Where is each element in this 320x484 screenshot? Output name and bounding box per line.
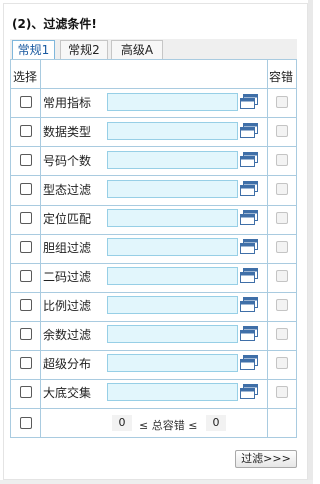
- tab-bar: 常规1 常规2 高级A: [10, 39, 297, 60]
- tolerance-checkbox: [276, 154, 288, 166]
- row-checkbox[interactable]: [20, 212, 32, 224]
- tolerance-min-input[interactable]: 0: [112, 415, 132, 431]
- row-checkbox[interactable]: [20, 386, 32, 398]
- window-picker-icon[interactable]: [240, 152, 258, 168]
- tolerance-checkbox: [276, 386, 288, 398]
- row-value-input[interactable]: [107, 180, 238, 198]
- window-picker-icon[interactable]: [240, 268, 258, 284]
- window-picker-icon[interactable]: [240, 210, 258, 226]
- tolerance-max-input[interactable]: 0: [206, 415, 226, 431]
- row-label: 定位匹配: [43, 212, 92, 226]
- row-checkbox[interactable]: [20, 328, 32, 340]
- row-value-input[interactable]: [107, 209, 238, 227]
- row-value-input[interactable]: [107, 151, 238, 169]
- header-tolerance: 容错: [269, 70, 294, 84]
- row-label: 型态过滤: [43, 183, 92, 197]
- filter-button[interactable]: 过滤>>>: [235, 450, 297, 468]
- row-divider: [11, 408, 296, 409]
- window-picker-icon[interactable]: [240, 123, 258, 139]
- row-checkbox[interactable]: [20, 125, 32, 137]
- summary-checkbox[interactable]: [20, 417, 32, 429]
- window-picker-icon[interactable]: [240, 355, 258, 371]
- row-divider: [11, 234, 296, 235]
- tolerance-checkbox: [276, 96, 288, 108]
- row-value-input[interactable]: [107, 325, 238, 343]
- header-select: 选择: [13, 70, 38, 84]
- row-value-input[interactable]: [107, 93, 238, 111]
- tolerance-checkbox: [276, 357, 288, 369]
- row-divider: [11, 205, 296, 206]
- tab-advanced-a[interactable]: 高级A: [111, 40, 163, 59]
- row-label: 比例过滤: [43, 299, 92, 313]
- row-divider: [11, 117, 296, 118]
- row-checkbox[interactable]: [20, 299, 32, 311]
- row-checkbox[interactable]: [20, 154, 32, 166]
- row-divider: [11, 321, 296, 322]
- row-label: 二码过滤: [43, 270, 92, 284]
- row-label: 大底交集: [43, 386, 92, 400]
- window-edge: [0, 480, 313, 484]
- row-value-input[interactable]: [107, 383, 238, 401]
- window-picker-icon[interactable]: [240, 326, 258, 342]
- tolerance-checkbox: [276, 212, 288, 224]
- row-label: 余数过滤: [43, 328, 92, 342]
- row-label: 胆组过滤: [43, 241, 92, 255]
- window-picker-icon[interactable]: [240, 384, 258, 400]
- tolerance-checkbox: [276, 125, 288, 137]
- tab-general-1[interactable]: 常规1: [12, 40, 55, 60]
- row-value-input[interactable]: [107, 354, 238, 372]
- row-divider: [11, 350, 296, 351]
- row-checkbox[interactable]: [20, 96, 32, 108]
- filter-table: 选择 容错 0 ≤ 总容错 ≤ 0 常用指标数据类型号码个数型态过滤定位匹配胆组…: [10, 59, 297, 438]
- row-divider: [11, 292, 296, 293]
- row-divider: [11, 146, 296, 147]
- row-label: 号码个数: [43, 154, 92, 168]
- row-label: 超级分布: [43, 357, 92, 371]
- tolerance-checkbox: [276, 328, 288, 340]
- row-value-input[interactable]: [107, 122, 238, 140]
- panel-title: (2)、过滤条件!: [12, 17, 97, 31]
- tolerance-checkbox: [276, 270, 288, 282]
- row-divider: [11, 379, 296, 380]
- row-divider: [11, 263, 296, 264]
- row-checkbox[interactable]: [20, 183, 32, 195]
- row-value-input[interactable]: [107, 296, 238, 314]
- tolerance-range-label: ≤ 总容错 ≤: [139, 419, 198, 432]
- row-divider: [11, 175, 296, 176]
- window-picker-icon[interactable]: [240, 239, 258, 255]
- row-divider: [11, 88, 296, 89]
- row-value-input[interactable]: [107, 238, 238, 256]
- window-picker-icon[interactable]: [240, 297, 258, 313]
- row-label: 数据类型: [43, 125, 92, 139]
- tab-general-2[interactable]: 常规2: [60, 40, 108, 59]
- window-picker-icon[interactable]: [240, 94, 258, 110]
- tolerance-checkbox: [276, 183, 288, 195]
- tolerance-checkbox: [276, 299, 288, 311]
- row-checkbox[interactable]: [20, 241, 32, 253]
- tolerance-checkbox: [276, 241, 288, 253]
- row-label: 常用指标: [43, 96, 92, 110]
- row-checkbox[interactable]: [20, 357, 32, 369]
- row-value-input[interactable]: [107, 267, 238, 285]
- window-picker-icon[interactable]: [240, 181, 258, 197]
- row-checkbox[interactable]: [20, 270, 32, 282]
- window-edge: [308, 0, 313, 484]
